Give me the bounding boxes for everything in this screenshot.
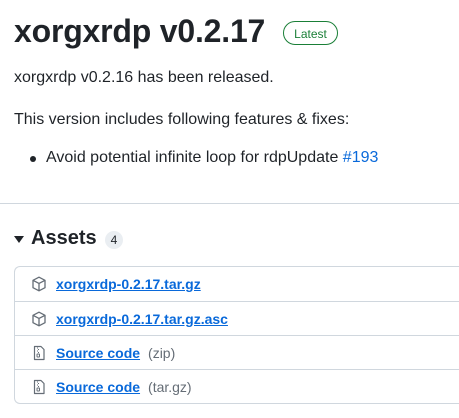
asset-link[interactable]: Source code: [56, 379, 140, 395]
file-zip-icon: [31, 379, 47, 395]
asset-row: xorgxrdp-0.2.17.tar.gz: [15, 267, 459, 301]
release-notes-paragraph: xorgxrdp v0.2.16 has been released.: [14, 69, 274, 86]
release-header: xorgxrdp v0.2.17 Latest: [14, 8, 338, 54]
bullet-icon: [30, 156, 36, 162]
asset-format: (tar.gz): [148, 378, 192, 395]
asset-list: xorgxrdp-0.2.17.tar.gz xorgxrdp-0.2.17.t…: [14, 266, 459, 404]
package-icon: [31, 311, 47, 327]
asset-row: Source code (zip): [15, 335, 459, 369]
changes-list: Avoid potential infinite loop for rdpUpd…: [14, 146, 378, 170]
latest-badge: Latest: [283, 21, 338, 45]
package-icon: [31, 276, 47, 292]
asset-row: Source code (tar.gz): [15, 369, 459, 403]
asset-row: xorgxrdp-0.2.17.tar.gz.asc: [15, 301, 459, 335]
assets-toggle[interactable]: Assets 4: [14, 224, 124, 252]
assets-title: Assets: [31, 226, 97, 249]
caret-down-icon: [14, 235, 24, 243]
list-item-text: Avoid potential infinite loop for rdpUpd…: [46, 149, 343, 166]
asset-link[interactable]: xorgxrdp-0.2.17.tar.gz.asc: [56, 311, 228, 327]
section-divider: [0, 203, 459, 204]
list-item: Avoid potential infinite loop for rdpUpd…: [14, 146, 378, 170]
asset-format: (zip): [148, 344, 176, 361]
asset-link[interactable]: xorgxrdp-0.2.17.tar.gz: [56, 276, 201, 292]
issue-link[interactable]: #193: [343, 149, 379, 166]
file-zip-icon: [31, 345, 47, 361]
assets-count-badge: 4: [104, 230, 124, 249]
release-notes-intro: This version includes following features…: [14, 111, 350, 128]
release-title: xorgxrdp v0.2.17: [14, 13, 266, 49]
asset-link[interactable]: Source code: [56, 345, 140, 361]
